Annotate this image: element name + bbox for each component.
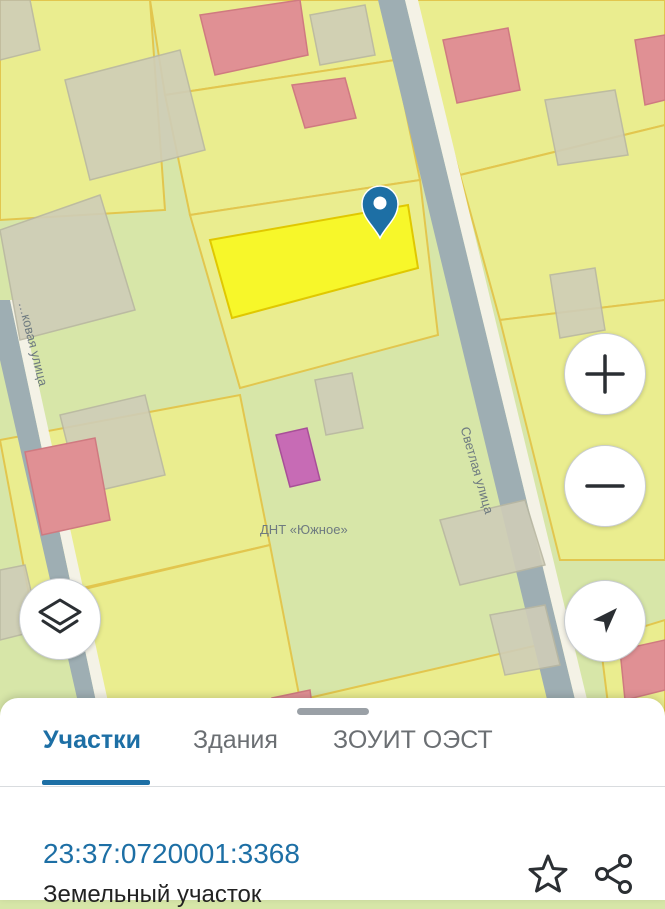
navigation-arrow-icon — [593, 608, 617, 633]
tab-zouit[interactable]: ЗОУИТ ОЭСТ — [333, 726, 493, 755]
plus-icon — [585, 354, 625, 394]
object-type: Земельный участок — [43, 881, 262, 908]
tab-bar: Участки Здания ЗОУИТ ОЭСТ — [0, 698, 665, 787]
layers-button[interactable] — [19, 578, 101, 660]
my-location-button[interactable] — [564, 580, 646, 662]
share-icon — [595, 854, 632, 894]
tab-parcels[interactable]: Участки — [43, 726, 141, 755]
active-tab-indicator — [42, 780, 150, 785]
minus-icon — [585, 484, 625, 488]
star-icon — [528, 854, 568, 893]
map-view[interactable]: Светлая улица …ковая улица ДНТ «Южное» — [0, 0, 665, 722]
layers-icon — [38, 598, 82, 634]
share-button[interactable] — [588, 848, 640, 900]
zoom-out-button[interactable] — [564, 445, 646, 527]
building[interactable] — [549, 267, 606, 339]
zoom-in-button[interactable] — [564, 333, 646, 415]
settlement-label: ДНТ «Южное» — [260, 522, 348, 537]
building[interactable] — [544, 89, 629, 166]
tab-buildings[interactable]: Здания — [193, 726, 278, 755]
bottom-sheet[interactable]: Участки Здания ЗОУИТ ОЭСТ 23:37:0720001:… — [0, 698, 665, 908]
favorite-button[interactable] — [522, 848, 574, 900]
cadastral-number[interactable]: 23:37:0720001:3368 — [43, 838, 300, 870]
building[interactable] — [442, 27, 521, 104]
building[interactable] — [309, 4, 376, 66]
